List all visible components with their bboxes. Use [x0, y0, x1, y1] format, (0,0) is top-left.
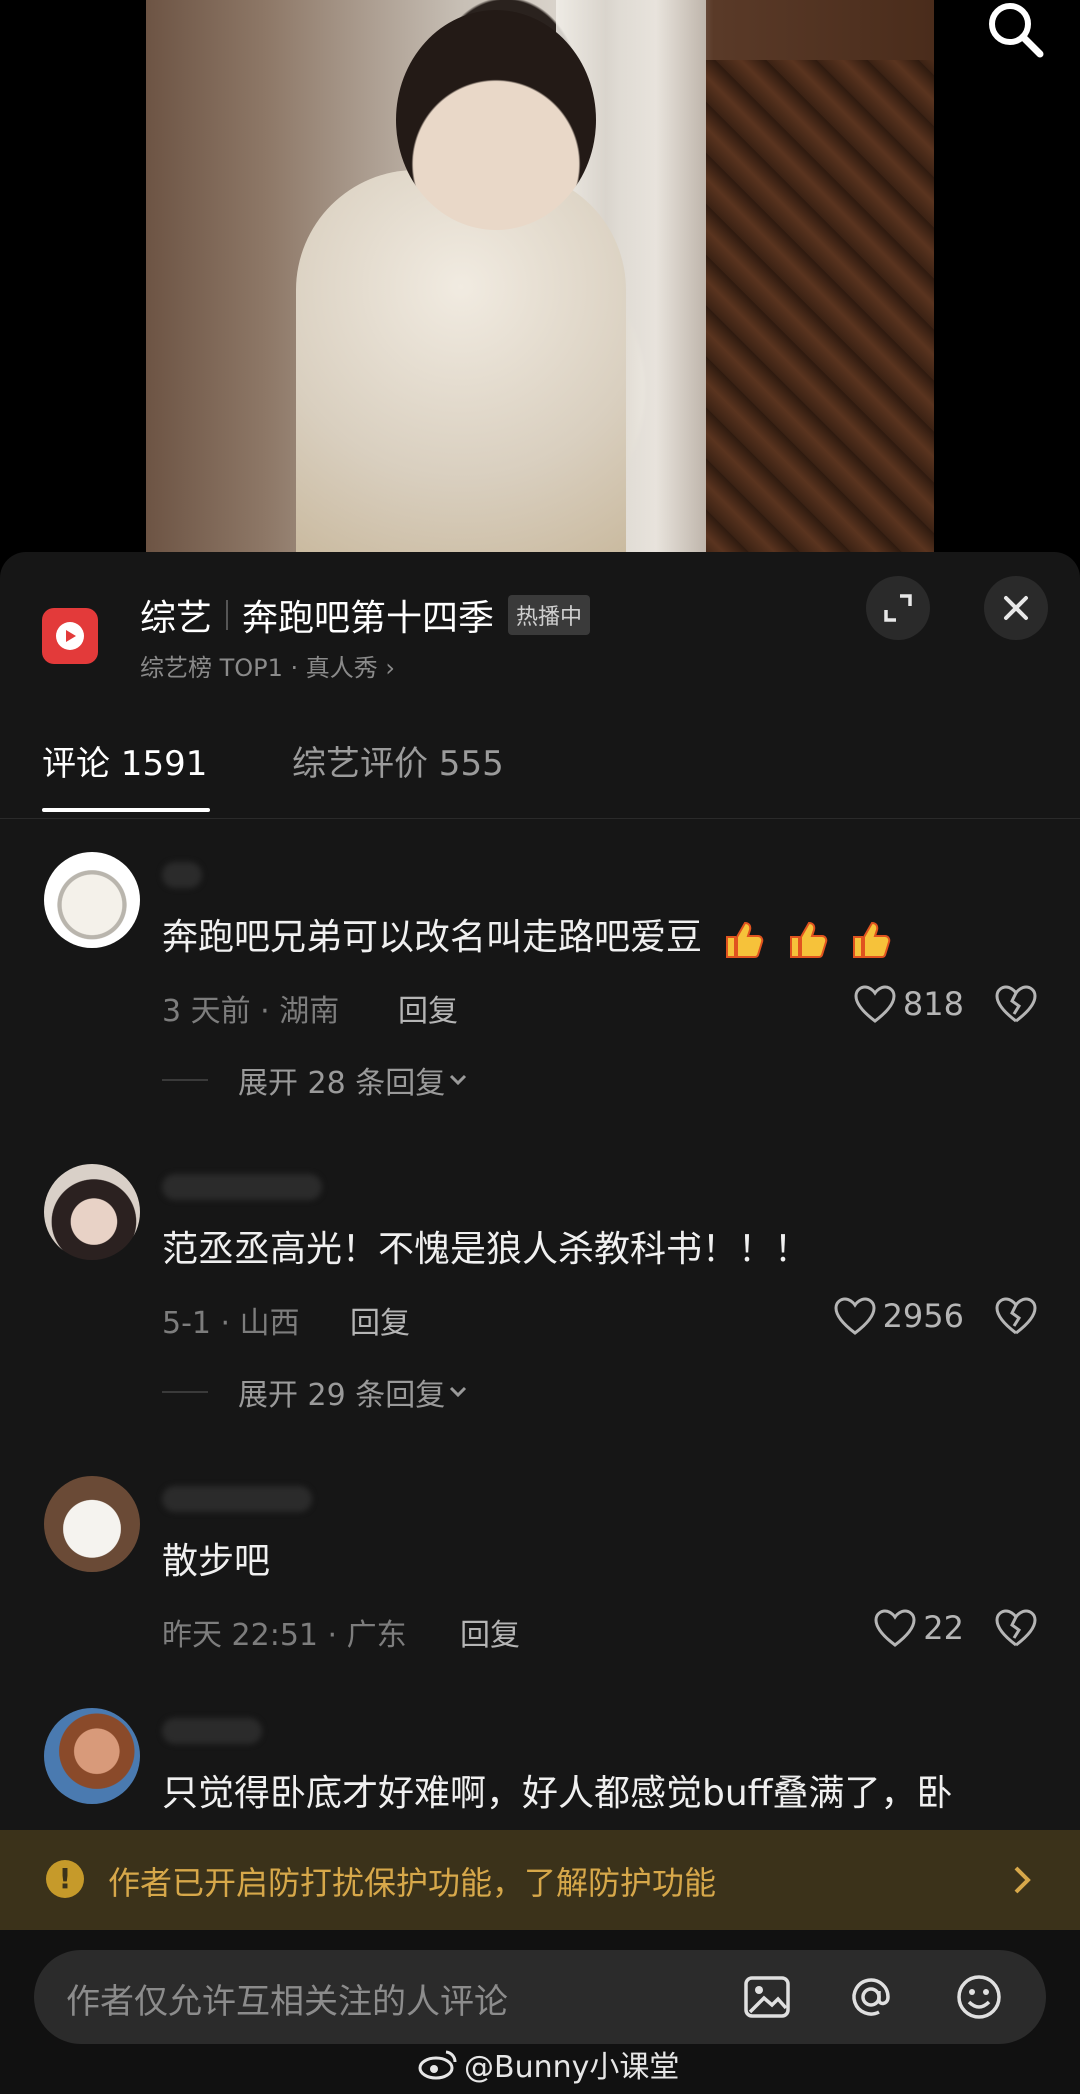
avatar[interactable]	[44, 1476, 140, 1572]
username-blurred	[162, 1174, 322, 1200]
comment-input[interactable]: 作者仅允许互相关注的人评论	[34, 1950, 1046, 2044]
emoji-icon[interactable]	[954, 1972, 1004, 2022]
close-icon	[1004, 596, 1028, 620]
active-tab-indicator	[42, 808, 210, 812]
reply-button[interactable]: 回复	[350, 1298, 410, 1342]
comment-tabs: 评论 1591 综艺评价 555	[0, 722, 1080, 819]
heart-icon	[834, 1297, 876, 1335]
close-button[interactable]	[984, 576, 1048, 640]
broken-heart-icon[interactable]	[994, 1608, 1038, 1648]
username-blurred	[162, 862, 202, 888]
show-title-row: 综艺 奔跑吧第十四季 热播中	[140, 588, 591, 642]
video-person-head	[396, 10, 596, 230]
show-title: 奔跑吧第十四季	[242, 598, 495, 639]
image-icon[interactable]	[742, 1972, 792, 2022]
reply-button[interactable]: 回复	[398, 986, 458, 1030]
comment-meta: 昨天 22:51 · 广东	[162, 1618, 407, 1653]
like-button[interactable]: 818	[853, 984, 964, 1024]
show-header[interactable]: 综艺 奔跑吧第十四季 热播中 综艺榜 TOP1 · 真人秀 ›	[0, 552, 1080, 702]
expand-replies[interactable]: 展开 29 条回复	[162, 1370, 471, 1414]
video-cabinet	[706, 60, 934, 560]
expand-divider	[162, 1079, 208, 1081]
username-blurred	[162, 1486, 312, 1512]
search-icon[interactable]	[984, 0, 1048, 64]
at-icon[interactable]	[846, 1972, 896, 2022]
like-count: 2956	[882, 1297, 964, 1335]
comment-text: 只觉得卧底才好难啊，好人都感觉buff叠满了，卧	[162, 1773, 953, 1814]
broken-heart-icon[interactable]	[994, 984, 1038, 1024]
tab-comments[interactable]: 评论 1591	[42, 736, 207, 785]
notice-text: 作者已开启防打扰保护功能，了解防护功能	[108, 1864, 717, 1902]
video-player[interactable]	[0, 0, 1080, 560]
like-count: 22	[923, 1609, 964, 1647]
title-divider	[226, 600, 229, 630]
chevron-right-icon	[1014, 1866, 1031, 1894]
watermark-text: @Bunny小课堂	[464, 2050, 680, 2085]
video-person-body	[296, 170, 626, 560]
expand-replies[interactable]: 展开 28 条回复	[162, 1058, 471, 1102]
expand-button[interactable]	[866, 576, 930, 640]
show-category: 综艺	[140, 598, 213, 639]
comment-text: 散步吧	[162, 1541, 271, 1582]
expand-divider	[162, 1391, 208, 1393]
thumbs-up-icon	[789, 921, 828, 958]
warning-icon: !	[46, 1860, 84, 1898]
avatar[interactable]	[44, 1164, 140, 1260]
show-subtitle-link[interactable]: 综艺榜 TOP1 · 真人秀 ›	[140, 648, 395, 683]
thumbs-up-icon	[726, 921, 764, 958]
heart-icon	[854, 985, 896, 1023]
tab-show-reviews[interactable]: 综艺评价 555	[292, 736, 504, 785]
like-button[interactable]: 22	[873, 1608, 964, 1648]
avatar[interactable]	[44, 1708, 140, 1804]
avatar[interactable]	[44, 852, 140, 948]
comment-input-placeholder: 作者仅允许互相关注的人评论	[66, 1982, 508, 2022]
status-badge: 热播中	[508, 595, 591, 635]
comment-body: 奔跑吧兄弟可以改名叫走路吧爱豆	[162, 917, 703, 958]
thumbs-up-icon	[853, 921, 891, 958]
expand-replies-label: 展开 29 条回复	[238, 1378, 446, 1413]
comment-meta: 3 天前 · 湖南	[162, 994, 340, 1029]
weibo-icon	[418, 2050, 457, 2080]
comment-text: 奔跑吧兄弟可以改名叫走路吧爱豆	[162, 908, 892, 961]
expand-icon	[884, 594, 912, 622]
broken-heart-icon[interactable]	[994, 1296, 1038, 1336]
protection-notice[interactable]: ! 作者已开启防打扰保护功能，了解防护功能	[0, 1830, 1080, 1930]
comment-meta: 5-1 · 山西	[162, 1306, 300, 1341]
username-blurred	[162, 1718, 262, 1744]
comment-text: 范丞丞高光！不愧是狼人杀教科书！！！	[162, 1229, 811, 1270]
heart-icon	[874, 1609, 916, 1647]
watermark: @Bunny小课堂	[418, 2042, 679, 2086]
show-logo-icon	[42, 608, 98, 664]
like-button[interactable]: 2956	[833, 1296, 964, 1336]
like-count: 818	[902, 985, 964, 1023]
chevron-down-icon	[450, 1386, 467, 1398]
reply-button[interactable]: 回复	[460, 1610, 520, 1654]
video-frame	[146, 0, 934, 560]
chevron-down-icon	[450, 1074, 467, 1086]
expand-replies-label: 展开 28 条回复	[238, 1066, 446, 1101]
